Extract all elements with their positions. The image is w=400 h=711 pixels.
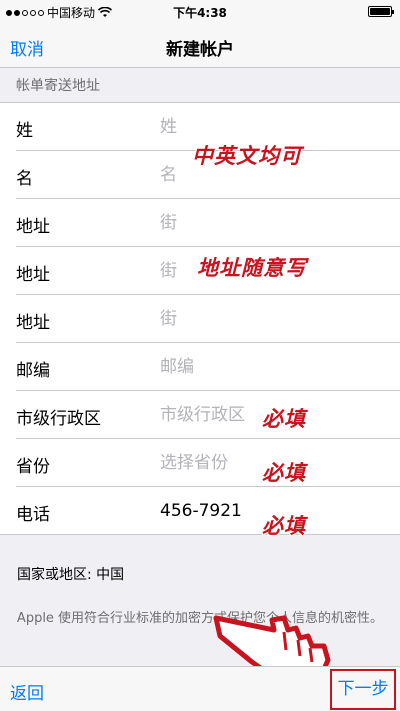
section-header-billing-address: 帐单寄送地址: [0, 69, 400, 103]
row-label: 姓: [16, 121, 33, 141]
annotation-phone-required: 必填: [262, 514, 306, 538]
next-step-button[interactable]: 下一步: [330, 669, 396, 710]
row-label: 市级行政区: [16, 409, 101, 429]
row-label: 地址: [16, 313, 50, 333]
form-row-address-3: 地址: [0, 295, 400, 343]
bottom-toolbar: 返回 下一步: [0, 666, 400, 711]
page-title: 新建帐户: [166, 40, 234, 60]
form-row-postal-code: 邮编: [0, 343, 400, 391]
row-label: 省份: [16, 457, 50, 477]
form-row-city: 市级行政区: [0, 391, 400, 439]
row-label: 地址: [16, 265, 50, 285]
last-name-field[interactable]: [160, 111, 390, 143]
row-label: 邮编: [16, 361, 50, 381]
status-bar: 中国移动 下午4:38: [0, 0, 400, 22]
postal-code-field[interactable]: [160, 351, 390, 383]
form-row-province: 省份: [0, 439, 400, 487]
status-time: 下午4:38: [173, 6, 227, 20]
row-label: 电话: [16, 505, 50, 525]
annotation-city-required: 必填: [262, 407, 306, 431]
form-row-phone: 电话: [0, 487, 400, 535]
country-region-label: 国家或地区: 中国: [17, 567, 125, 583]
row-label: 名: [16, 169, 33, 189]
address-line-1-field[interactable]: [160, 207, 390, 239]
address-line-3-field[interactable]: [160, 303, 390, 335]
annotation-name-note: 中英文均可: [192, 144, 302, 168]
navigation-bar: 取消 新建帐户: [0, 22, 400, 68]
annotation-province-required: 必填: [262, 461, 306, 485]
row-label: 地址: [16, 217, 50, 237]
battery-icon: [368, 6, 394, 17]
back-button[interactable]: 返回: [10, 679, 44, 704]
form-row-address-1: 地址: [0, 199, 400, 247]
annotation-address-note: 地址随意写: [197, 256, 307, 280]
